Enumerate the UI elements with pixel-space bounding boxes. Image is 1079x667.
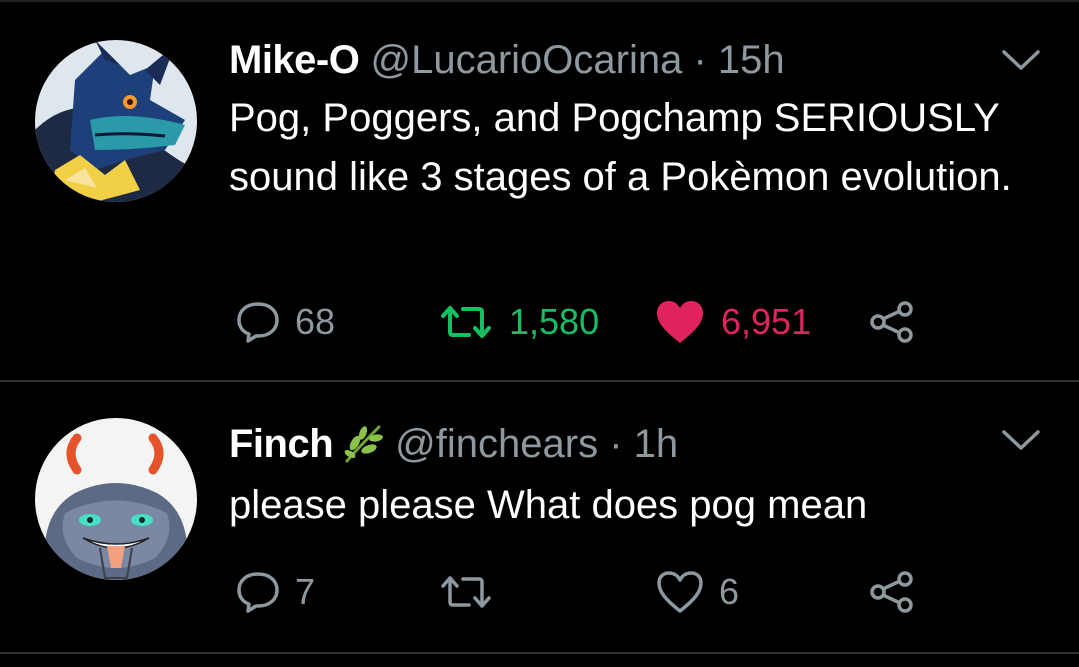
share-button[interactable] <box>869 562 915 622</box>
share-icon <box>870 571 913 613</box>
chevron-down-icon[interactable] <box>1000 46 1042 74</box>
tweet-text: please please What does pog mean <box>229 483 868 527</box>
avatar[interactable] <box>35 40 197 202</box>
tweet-actions: 7 6 <box>229 562 929 622</box>
display-name[interactable]: Mike-O <box>229 38 360 82</box>
heart-filled-icon <box>657 301 703 343</box>
tweet-header: Mike-O @LucarioOcarina · 15h <box>229 36 785 84</box>
timestamp[interactable]: 1h <box>634 422 679 466</box>
user-handle[interactable]: @finchears <box>395 422 598 466</box>
reply-count: 68 <box>295 301 336 342</box>
tweet-item[interactable]: Finch @finchears · 1h please please What… <box>0 382 1079 652</box>
chevron-down-icon[interactable] <box>1000 426 1042 454</box>
timestamp[interactable]: 15h <box>718 38 785 82</box>
share-icon <box>870 301 913 343</box>
retweet-icon <box>441 306 491 338</box>
retweet-count: 1,580 <box>509 301 600 342</box>
like-count: 6 <box>719 571 740 612</box>
like-button[interactable]: 6,951 <box>655 292 811 352</box>
reply-icon <box>237 572 279 613</box>
tweet-actions: 68 1,580 6,951 <box>229 292 929 352</box>
reply-button[interactable]: 68 <box>235 292 335 352</box>
reply-count: 7 <box>295 571 316 612</box>
retweet-button[interactable]: 1,580 <box>439 292 599 352</box>
tweet-header: Finch @finchears · 1h <box>229 420 678 468</box>
display-name[interactable]: Finch <box>229 422 334 466</box>
reply-button[interactable]: 7 <box>235 562 315 622</box>
share-button[interactable] <box>869 292 915 352</box>
reply-icon <box>237 302 279 343</box>
separator-dot: · <box>609 422 623 466</box>
like-count: 6,951 <box>721 301 812 342</box>
grinning-creature-avatar-icon <box>35 418 197 580</box>
retweet-button[interactable] <box>439 562 507 622</box>
separator-dot: · <box>693 38 707 82</box>
tweet-divider <box>0 652 1079 654</box>
user-handle[interactable]: @LucarioOcarina <box>370 38 682 82</box>
retweet-icon <box>441 576 491 608</box>
tweet-item[interactable]: Mike-O @LucarioOcarina · 15h Pog, Pogger… <box>0 2 1079 380</box>
herb-emoji-icon <box>344 425 384 463</box>
avatar[interactable] <box>35 418 197 580</box>
heart-outline-icon <box>657 571 703 613</box>
lucario-avatar-icon <box>35 40 197 202</box>
like-button[interactable]: 6 <box>655 562 739 622</box>
tweet-text: Pog, Poggers, and Pogchamp SERIOUSLY sou… <box>229 96 1012 199</box>
